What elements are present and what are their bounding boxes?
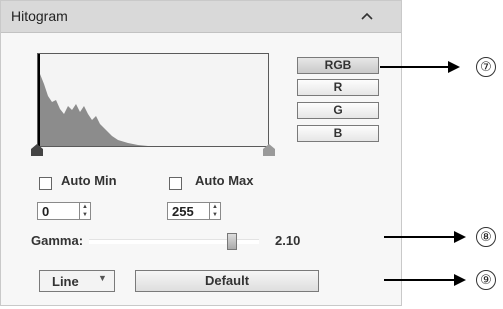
histogram-area bbox=[38, 74, 148, 146]
gamma-label: Gamma: bbox=[31, 233, 84, 248]
mode-select-value: Line bbox=[52, 274, 79, 289]
gamma-value: 2.10 bbox=[275, 233, 301, 248]
spinner-up-icon[interactable]: ▲ bbox=[210, 203, 220, 211]
channel-button-r[interactable]: R bbox=[297, 79, 379, 96]
callout-8: ⑧ bbox=[476, 227, 496, 247]
gamma-slider-thumb[interactable] bbox=[227, 233, 237, 250]
auto-min-label: Auto Min bbox=[61, 173, 117, 188]
callout-7: ⑦ bbox=[476, 57, 496, 77]
mode-select[interactable]: Line ▼ bbox=[39, 270, 115, 292]
min-value-spinner[interactable]: 0 ▲ ▼ bbox=[37, 202, 91, 220]
callout-arrow-7 bbox=[380, 61, 460, 73]
default-button[interactable]: Default bbox=[135, 270, 319, 292]
auto-min-checkbox[interactable] bbox=[39, 177, 52, 190]
panel-header[interactable]: Hitogram bbox=[1, 1, 401, 33]
spinner-down-icon[interactable]: ▼ bbox=[210, 211, 220, 219]
spinner-up-icon[interactable]: ▲ bbox=[80, 203, 90, 211]
panel-title: Hitogram bbox=[11, 8, 68, 24]
spinner-arrows[interactable]: ▲ ▼ bbox=[209, 203, 220, 219]
auto-max-label: Auto Max bbox=[195, 173, 254, 188]
min-marker-handle[interactable] bbox=[31, 144, 43, 156]
histogram-panel: Hitogram RGB R G B Auto Min Auto Max 0 ▲… bbox=[0, 0, 402, 306]
channel-button-rgb[interactable]: RGB bbox=[297, 57, 379, 74]
spinner-down-icon[interactable]: ▼ bbox=[80, 211, 90, 219]
spinner-arrows[interactable]: ▲ ▼ bbox=[79, 203, 90, 219]
auto-max-checkbox[interactable] bbox=[169, 177, 182, 190]
max-marker-handle[interactable] bbox=[263, 144, 275, 156]
min-value: 0 bbox=[42, 204, 50, 219]
callout-9: ⑨ bbox=[476, 270, 496, 290]
callout-arrow-9 bbox=[384, 274, 466, 286]
channel-button-b[interactable]: B bbox=[297, 125, 379, 142]
histogram-graph bbox=[38, 54, 148, 146]
dropdown-arrow-icon: ▼ bbox=[98, 273, 107, 283]
channel-button-g[interactable]: G bbox=[297, 102, 379, 119]
chevron-up-icon[interactable] bbox=[357, 6, 377, 26]
callout-arrow-8 bbox=[384, 231, 466, 243]
histogram-plot bbox=[37, 53, 269, 147]
max-value: 255 bbox=[172, 204, 194, 219]
max-value-spinner[interactable]: 255 ▲ ▼ bbox=[167, 202, 221, 220]
